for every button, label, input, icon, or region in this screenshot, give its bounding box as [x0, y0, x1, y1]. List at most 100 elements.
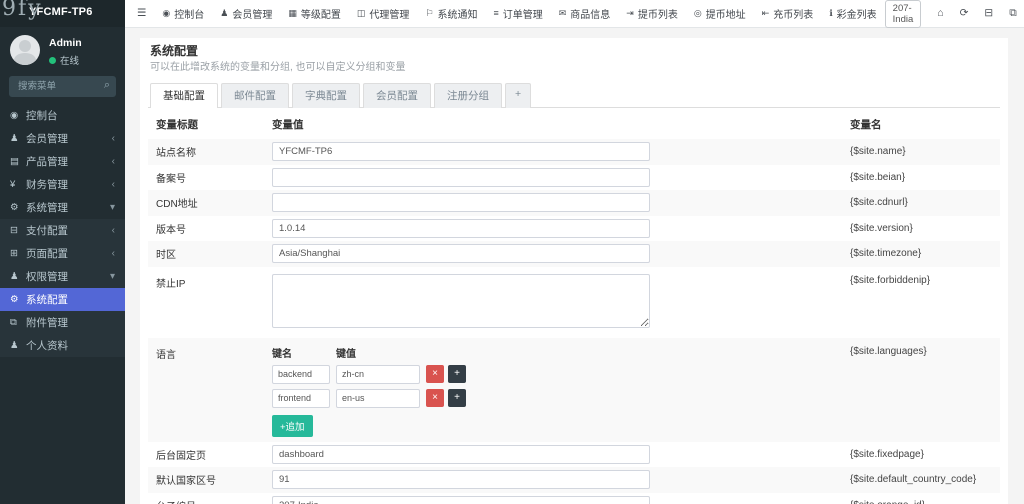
hamburger-icon[interactable]: ☰	[129, 8, 154, 19]
finance-icon: ¥	[10, 179, 26, 190]
topnav-item-recharge-list[interactable]: ⇤充币列表	[754, 0, 822, 27]
topnav-item-dashboard[interactable]: ◉控制台	[154, 0, 212, 27]
row-label: 时区	[148, 246, 272, 261]
sidebar-search-input[interactable]	[9, 76, 116, 97]
row-value-cell	[272, 493, 850, 504]
sidebar-item-system[interactable]: ⚙系统管理▾	[0, 196, 125, 219]
user-status: 在线	[49, 53, 82, 67]
tab-3[interactable]: 会员配置	[363, 83, 431, 108]
sidebar-item-label: 附件管理	[26, 315, 115, 330]
row-label: 后台固定页	[148, 447, 272, 462]
chevron-icon: ‹	[112, 133, 115, 144]
delete-row-button[interactable]: ×	[426, 365, 444, 383]
row-value-cell	[272, 190, 850, 215]
header-var-value: 变量值	[272, 117, 850, 132]
home-icon[interactable]: ⌂	[929, 8, 951, 19]
tab-2[interactable]: 字典配置	[292, 83, 360, 108]
topnav-item-notice[interactable]: ⚐系统通知	[417, 0, 485, 27]
config-row: 后台固定页 {$site.fixedpage}	[148, 442, 1000, 468]
delete-row-button[interactable]: ×	[426, 389, 444, 407]
sidebar-search: ⌕	[9, 76, 116, 97]
topnav-item-bonus-list[interactable]: ℹ彩金列表	[821, 0, 884, 27]
watermark-text: 9fy	[2, 0, 43, 21]
kv-value-input[interactable]	[336, 389, 420, 408]
topnav-item-orders[interactable]: ≡订单管理	[485, 0, 550, 27]
config-input[interactable]	[272, 496, 650, 504]
topnav-item-goods[interactable]: ✉商品信息	[551, 0, 619, 27]
sidebar-item-page[interactable]: ⊞页面配置‹	[0, 242, 125, 265]
sidebar-item-label: 系统管理	[26, 200, 110, 215]
user-status-label: 在线	[60, 53, 79, 67]
topnav-item-member[interactable]: ♟会员管理	[212, 0, 280, 27]
sidebar-item-profile[interactable]: ♟个人资料	[0, 334, 125, 357]
kv-pair-row: ×+	[272, 365, 850, 384]
row-label: 台子编号	[148, 498, 272, 504]
config-input[interactable]	[272, 244, 650, 263]
chevron-icon: ▾	[110, 202, 115, 213]
topnav-item-label: 控制台	[174, 6, 204, 21]
tab-0[interactable]: 基础配置	[150, 83, 218, 108]
row-label: 版本号	[148, 221, 272, 236]
main: ☰◉控制台♟会员管理▦等级配置◫代理管理⚐系统通知≡订单管理✉商品信息⇥提币列表…	[125, 0, 1024, 504]
sidebar-item-label: 产品管理	[26, 154, 112, 169]
header-var-title: 变量标题	[148, 117, 272, 132]
sidebar-item-auth[interactable]: ♟权限管理▾	[0, 265, 125, 288]
tab-4[interactable]: 注册分组	[434, 83, 502, 108]
config-input[interactable]	[272, 193, 650, 212]
add-row-button[interactable]: +	[448, 365, 466, 383]
config-row: 站点名称{$site.name}	[148, 139, 1000, 165]
chevron-icon: ‹	[112, 179, 115, 190]
kv-header: 键名键值	[272, 345, 850, 360]
site-badge[interactable]: 207-India	[885, 0, 922, 28]
topnav-item-level[interactable]: ▦等级配置	[280, 0, 349, 27]
config-input[interactable]	[272, 168, 650, 187]
config-row: 时区{$site.timezone}	[148, 241, 1000, 267]
refresh-icon[interactable]: ⟳	[952, 8, 977, 19]
kv-editor: 键名键值×+×++追加	[272, 341, 850, 439]
chevron-icon: ‹	[112, 225, 115, 236]
topnav-item-label: 会员管理	[232, 6, 272, 21]
kv-key-input[interactable]	[272, 365, 330, 384]
kv-key-header: 键名	[272, 345, 336, 360]
sidebar-item-config[interactable]: ⚙系统配置	[0, 288, 125, 311]
row-label: CDN地址	[148, 195, 272, 210]
sidebar-item-member[interactable]: ♟会员管理‹	[0, 127, 125, 150]
trash-icon[interactable]: ⊟	[976, 8, 1001, 19]
products-icon: ▤	[10, 156, 26, 167]
sidebar-menu: ◉控制台♟会员管理‹▤产品管理‹¥财务管理‹⚙系统管理▾⊟支付配置‹⊞页面配置‹…	[0, 104, 125, 504]
config-input[interactable]	[272, 142, 650, 161]
sidebar-item-finance[interactable]: ¥财务管理‹	[0, 173, 125, 196]
config-input[interactable]	[272, 219, 650, 238]
sidebar-item-payment[interactable]: ⊟支付配置‹	[0, 219, 125, 242]
variable-name: {$site.fixedpage}	[850, 449, 1000, 460]
row-value-cell	[272, 467, 850, 492]
sidebar-item-product[interactable]: ▤产品管理‹	[0, 150, 125, 173]
config-row: 默认国家区号{$site.default_country_code}	[148, 467, 1000, 493]
sidebar-item-attachment[interactable]: ⧉附件管理	[0, 311, 125, 334]
tab-add-button[interactable]: +	[505, 83, 531, 108]
tab-bar: 基础配置邮件配置字典配置会员配置注册分组+	[148, 82, 1000, 108]
topnav-item-agent[interactable]: ◫代理管理	[349, 0, 418, 27]
kv-value-input[interactable]	[336, 365, 420, 384]
sidebar-item-dashboard[interactable]: ◉控制台	[0, 104, 125, 127]
add-row-button[interactable]: +	[448, 389, 466, 407]
chevron-icon: ‹	[112, 156, 115, 167]
copy-icon[interactable]: ⧉	[1001, 8, 1024, 19]
topnav-item-withdraw-addr[interactable]: ◎提币地址	[686, 0, 754, 27]
kv-value-header: 键值	[336, 345, 356, 360]
sidebar: 9fy YFCMF-TP6 Admin 在线 ⌕ ◉控制台♟会员管理‹▤产品管理…	[0, 0, 125, 504]
topnav-item-withdraw-list[interactable]: ⇥提币列表	[618, 0, 686, 27]
config-row: CDN地址{$site.cdnurl}	[148, 190, 1000, 216]
append-button[interactable]: +追加	[272, 415, 313, 437]
bell-icon: ⚐	[425, 9, 433, 18]
kv-key-input[interactable]	[272, 389, 330, 408]
online-dot-icon	[49, 57, 56, 64]
row-value-cell	[272, 442, 850, 467]
tab-1[interactable]: 邮件配置	[221, 83, 289, 108]
page-title: 系统配置	[148, 45, 1000, 58]
config-textarea[interactable]	[272, 274, 650, 328]
config-input[interactable]	[272, 445, 650, 464]
brand: 9fy YFCMF-TP6	[0, 0, 125, 27]
config-input[interactable]	[272, 470, 650, 489]
table-header: 变量标题 变量值 变量名	[148, 108, 1000, 139]
